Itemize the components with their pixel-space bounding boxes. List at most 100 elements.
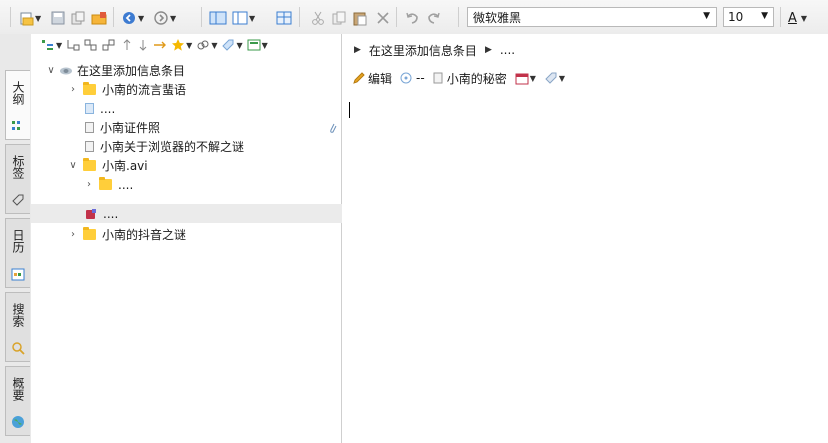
tree-item-label: .... xyxy=(100,101,116,116)
copy-format-button[interactable] xyxy=(70,9,86,27)
tab-search-label: 搜索 xyxy=(11,303,25,327)
note-editor[interactable] xyxy=(342,94,828,443)
open-folder-button[interactable] xyxy=(91,9,107,27)
copy-format-icon xyxy=(71,11,85,25)
tab-overview[interactable]: 概要 xyxy=(5,366,30,436)
globe-icon xyxy=(12,416,24,428)
note-icon xyxy=(85,122,94,133)
forward-icon xyxy=(154,11,168,25)
calendar-icon xyxy=(515,73,529,85)
tree-item[interactable]: › 小南的流言蜚语 xyxy=(31,80,377,99)
tab-outline[interactable]: 大纲 xyxy=(5,70,30,140)
pencil-icon xyxy=(353,72,365,84)
side-tab-strip: 大纲 标签 日历 搜索 概要 xyxy=(0,34,32,443)
tree-toolbar: ▼ ▼ ▼ ▼ ▼ xyxy=(31,34,341,56)
back-button[interactable]: ▼ xyxy=(121,9,144,27)
toolbar-separator xyxy=(458,7,459,27)
tree-item-label: 小南关于浏览器的不解之谜 xyxy=(100,140,245,154)
note-content-pane: ▶ 在这里添加信息条目 ▶ .... 编辑 -- 小南的秘密 ▼ ▼ xyxy=(342,34,828,443)
tab-outline-label: 大纲 xyxy=(11,81,25,105)
search-icon xyxy=(12,342,25,355)
tree-root[interactable]: ∨ 在这里添加信息条目 xyxy=(31,61,355,80)
note-icon xyxy=(85,103,94,114)
move-down-icon[interactable] xyxy=(137,38,149,52)
save-button[interactable] xyxy=(50,9,66,27)
star-icon[interactable] xyxy=(171,38,185,52)
tab-search[interactable]: 搜索 xyxy=(5,292,30,362)
tag-filter-icon[interactable] xyxy=(221,38,235,52)
chevron-right-icon[interactable]: › xyxy=(67,84,79,95)
tree-item-label: 小南证件照 xyxy=(100,121,161,135)
font-color-icon: A xyxy=(788,10,797,26)
toolbar-separator xyxy=(780,7,781,27)
tree-root-label: 在这里添加信息条目 xyxy=(77,64,186,78)
font-size-select[interactable]: 10 ▼ xyxy=(723,7,774,27)
undo-button[interactable] xyxy=(404,9,420,27)
save-icon xyxy=(51,11,65,25)
breadcrumb-item[interactable]: .... xyxy=(500,43,515,57)
breadcrumb-item[interactable]: 在这里添加信息条目 xyxy=(369,42,477,59)
chevron-right-icon[interactable]: › xyxy=(83,179,95,190)
font-color-button[interactable]: A ▼ xyxy=(788,9,807,27)
table-button[interactable] xyxy=(276,9,292,27)
root-node-icon xyxy=(60,67,72,74)
delete-button[interactable] xyxy=(375,9,391,27)
toolbar-separator xyxy=(299,7,300,27)
tab-tags[interactable]: 标签 xyxy=(5,144,30,214)
redo-button[interactable] xyxy=(426,9,442,27)
tab-overview-label: 概要 xyxy=(11,377,25,401)
folder-icon xyxy=(83,158,96,171)
note-title: 小南的秘密 xyxy=(446,71,507,86)
toolbar-separator xyxy=(201,7,202,27)
tree-item-selected[interactable]: .... xyxy=(31,204,395,223)
tree-item[interactable]: .... xyxy=(31,99,395,118)
chevron-down-icon[interactable]: ∨ xyxy=(45,65,57,76)
tree-item[interactable]: 小南关于浏览器的不解之谜 xyxy=(31,137,395,156)
note-toolbar: 编辑 -- 小南的秘密 ▼ ▼ xyxy=(342,66,828,90)
link-icon[interactable] xyxy=(196,38,210,52)
toolbar-separator xyxy=(396,7,397,27)
tree-item-label: 小南的流言蜚语 xyxy=(102,83,187,97)
breadcrumb: ▶ 在这里添加信息条目 ▶ .... xyxy=(342,34,828,66)
move-up-icon[interactable] xyxy=(121,38,133,52)
tag-icon xyxy=(545,72,557,84)
open-folder-icon xyxy=(91,12,107,25)
tree-item[interactable]: 小南证件照 xyxy=(31,118,395,137)
add-sibling-icon[interactable] xyxy=(84,38,98,52)
chevron-down-icon[interactable]: ∨ xyxy=(67,160,79,171)
new-note-button[interactable]: ▼ xyxy=(18,9,41,27)
tree-item[interactable]: › .... xyxy=(31,175,393,194)
text-cursor xyxy=(349,102,350,118)
tab-calendar[interactable]: 日历 xyxy=(5,218,30,288)
layout-icon xyxy=(209,11,227,25)
clock-icon xyxy=(400,72,412,84)
note-icon xyxy=(433,72,443,84)
breadcrumb-arrow-icon: ▶ xyxy=(484,45,492,55)
outline-tree-icon[interactable] xyxy=(41,38,55,52)
status-button[interactable]: -- xyxy=(400,71,425,85)
font-family-select[interactable]: 微软雅黑 ▼ xyxy=(467,7,717,27)
move-right-icon[interactable] xyxy=(153,38,167,52)
copy-button[interactable] xyxy=(331,9,347,27)
tag-button[interactable]: ▼ xyxy=(544,71,565,85)
cut-icon xyxy=(312,11,324,25)
cut-button[interactable] xyxy=(310,9,326,27)
note-title-button[interactable]: 小南的秘密 xyxy=(433,70,507,87)
paste-button[interactable] xyxy=(352,9,368,27)
add-parent-icon[interactable] xyxy=(102,38,116,52)
layout-button[interactable] xyxy=(209,9,227,27)
forward-button[interactable]: ▼ xyxy=(153,9,176,27)
view-options-icon[interactable] xyxy=(247,38,261,52)
layout-split-button[interactable]: ▼ xyxy=(232,9,255,27)
chevron-right-icon[interactable]: › xyxy=(67,229,79,240)
tree-item[interactable]: › 小南的抖音之谜 xyxy=(31,225,377,244)
edit-button[interactable]: 编辑 xyxy=(352,70,392,87)
tree-item[interactable]: ∨ 小南.avi xyxy=(31,156,377,175)
delete-icon xyxy=(377,12,389,24)
add-child-icon[interactable] xyxy=(66,38,80,52)
status-label: -- xyxy=(416,71,425,85)
tree-item-label: .... xyxy=(103,206,119,221)
main-toolbar: ▼ ▼ ▼ ▼ 微软雅黑 ▼ 10 ▼ A ▼ xyxy=(0,0,828,35)
font-size-value: 10 xyxy=(728,10,744,24)
calendar-button[interactable]: ▼ xyxy=(515,71,536,85)
